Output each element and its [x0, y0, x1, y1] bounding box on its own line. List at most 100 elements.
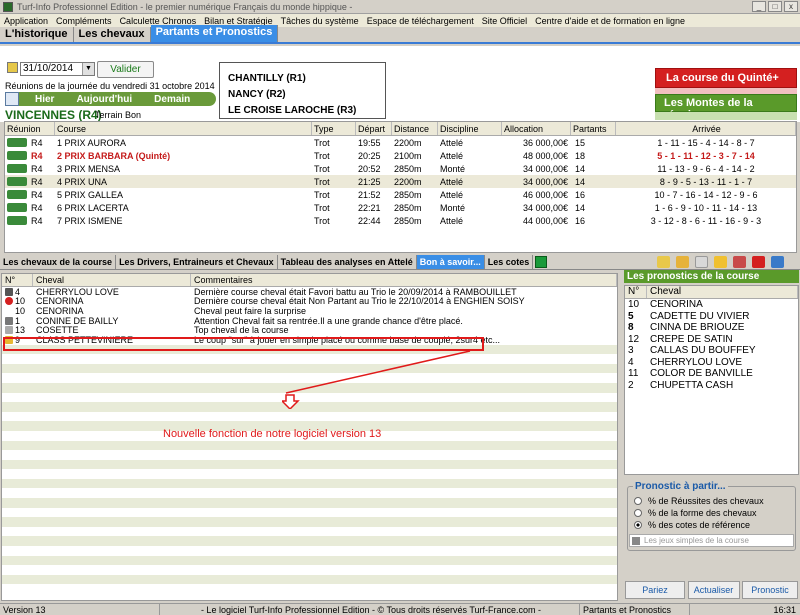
- option-reussites[interactable]: % de Réussites des chevaux: [634, 495, 795, 507]
- table-row[interactable]: R4 3 PRIX MENSA Trot 20:52 2850m Monté 3…: [5, 162, 796, 175]
- col-cheval[interactable]: Cheval: [33, 274, 191, 286]
- tab-historique[interactable]: L'historique: [0, 27, 74, 42]
- list-item[interactable]: 2 CHUPETTA CASH: [625, 380, 798, 392]
- col-cheval[interactable]: Cheval: [647, 286, 798, 298]
- table-row[interactable]: 13 COSETTE Top cheval de la course: [2, 325, 617, 335]
- col-arrivee[interactable]: Arrivée: [616, 122, 796, 135]
- table-row[interactable]: 10 CENORINA Dernière course cheval était…: [2, 296, 617, 306]
- nav-hier[interactable]: Hier: [19, 94, 54, 105]
- list-item[interactable]: 11 COLOR DE BANVILLE: [625, 368, 798, 380]
- minimize-icon[interactable]: _: [752, 1, 766, 12]
- menu-telechargement[interactable]: Espace de téléchargement: [363, 16, 478, 26]
- tab-cotes[interactable]: Les cotes: [485, 254, 534, 269]
- calendar-icon[interactable]: [7, 62, 18, 73]
- col-partants[interactable]: Partants: [571, 122, 616, 135]
- list-item[interactable]: 8 CINNA DE BRIOUZE: [625, 322, 798, 334]
- pronostic-button[interactable]: Pronostic: [742, 581, 798, 599]
- list-item[interactable]: 3 CALLAS DU BOUFFEY: [625, 345, 798, 357]
- table-row[interactable]: 1 CONINE DE BAILLY Attention Cheval fait…: [2, 316, 617, 326]
- cell-partants: 14: [575, 202, 586, 213]
- cell-distance: 2850m: [394, 163, 422, 174]
- col-commentaires[interactable]: Commentaires: [191, 274, 617, 286]
- document-icon[interactable]: [695, 256, 708, 268]
- cell-arrivee: 1 - 6 - 9 - 10 - 11 - 14 - 13: [654, 202, 758, 213]
- col-distance[interactable]: Distance: [392, 122, 438, 135]
- tab-drivers[interactable]: Les Drivers, Entraineurs et Chevaux: [116, 254, 278, 269]
- table-row[interactable]: R4 5 PRIX GALLEA Trot 21:52 2850m Attelé…: [5, 188, 796, 201]
- col-type[interactable]: Type: [312, 122, 356, 135]
- radio-icon[interactable]: [634, 497, 642, 505]
- table-row[interactable]: R4 4 PRIX UNA Trot 21:25 2200m Attelé 34…: [5, 175, 796, 188]
- folder-icon[interactable]: [676, 256, 689, 268]
- app-icon: [3, 1, 13, 12]
- table-row[interactable]: 10 CENORINA Cheval peut faire la surpris…: [2, 306, 617, 316]
- z-icon[interactable]: [752, 256, 765, 268]
- pronostics-title: Les pronostics de la course: [624, 270, 799, 283]
- col-no[interactable]: N°: [2, 274, 33, 286]
- list-item[interactable]: 10 CENORINA: [625, 299, 798, 311]
- cell-allocation: 34 000,00€: [522, 163, 568, 174]
- empty-row: [2, 527, 617, 537]
- radio-selected-icon[interactable]: [634, 521, 642, 529]
- table-header: Réunion Course Type Départ Distance Disc…: [5, 122, 796, 136]
- col-discipline[interactable]: Discipline: [438, 122, 502, 135]
- menu-bilan[interactable]: Bilan et Stratégie: [200, 16, 277, 26]
- col-no[interactable]: N°: [625, 286, 647, 298]
- cell-no: 2: [628, 379, 634, 391]
- maximize-icon[interactable]: □: [768, 1, 782, 12]
- col-course[interactable]: Course: [55, 122, 312, 135]
- pronostics-buttons: Pariez Actualiser Pronostic: [624, 581, 799, 599]
- option-forme[interactable]: % de la forme des chevaux: [634, 507, 795, 519]
- menu-aide[interactable]: Centre d'aide et de formation en ligne: [531, 16, 689, 26]
- help-icon[interactable]: [771, 256, 784, 268]
- table-row[interactable]: R4 7 PRIX ISMENE Trot 22:44 2850m Attelé…: [5, 214, 796, 227]
- menu-application[interactable]: Application: [0, 16, 52, 26]
- green-square-icon[interactable]: [535, 255, 548, 268]
- menu-complements[interactable]: Compléments: [52, 16, 116, 26]
- tab-chevaux[interactable]: Les chevaux: [74, 27, 151, 42]
- bell-icon[interactable]: [714, 256, 727, 268]
- cell-partants: 18: [575, 150, 586, 161]
- col-reunion[interactable]: Réunion: [5, 122, 55, 135]
- validate-button[interactable]: Valider: [97, 61, 154, 78]
- table-row[interactable]: R4 1 PRIX AURORA Trot 19:55 2200m Attelé…: [5, 136, 796, 149]
- table-row[interactable]: 4 CHERRYLOU LOVE Dernière course cheval …: [2, 287, 617, 297]
- table-row[interactable]: R4 6 PRIX LACERTA Trot 22:21 2850m Monté…: [5, 201, 796, 214]
- hippodrome-item[interactable]: NANCY (R2): [228, 87, 385, 103]
- list-item[interactable]: 4 CHERRYLOU LOVE: [625, 357, 798, 369]
- list-item[interactable]: 12 CREPE DE SATIN: [625, 334, 798, 346]
- close-icon[interactable]: x: [784, 1, 798, 12]
- hippodrome-item[interactable]: LE CROISE LAROCHE (R3): [228, 103, 385, 119]
- tab-chevaux-course[interactable]: Les chevaux de la course: [0, 254, 117, 269]
- menu-site[interactable]: Site Officiel: [478, 16, 531, 26]
- cell-cheval: COSETTE: [36, 325, 79, 336]
- actualiser-button[interactable]: Actualiser: [687, 581, 740, 599]
- tab-bon-a-savoir[interactable]: Bon à savoir...: [416, 254, 485, 269]
- quinte-button[interactable]: La course du Quinté+: [655, 68, 797, 88]
- option-cotes[interactable]: % des cotes de référence: [634, 519, 795, 531]
- cell-course: 5 PRIX GALLEA: [57, 189, 124, 200]
- nav-aujourdhui[interactable]: Aujourd'hui: [54, 94, 132, 105]
- horse-icon: [7, 164, 27, 173]
- col-depart[interactable]: Départ: [356, 122, 392, 135]
- hippodrome-item[interactable]: CHANTILLY (R1): [228, 71, 385, 87]
- edit-icon[interactable]: [657, 256, 670, 268]
- nav-demain[interactable]: Demain: [132, 94, 190, 105]
- tab-analyses[interactable]: Tableau des analyses en Attelé: [278, 254, 417, 269]
- tab-partants-pronostics[interactable]: Partants et Pronostics: [150, 25, 279, 42]
- pariez-button[interactable]: Pariez: [625, 581, 685, 599]
- cell-cheval: CALLAS DU BOUFFEY: [650, 345, 756, 357]
- date-picker[interactable]: 31/10/2014 ▼: [20, 62, 95, 76]
- montes-button[interactable]: Les Montes de la réunion: [655, 94, 797, 121]
- menu-taches[interactable]: Tâches du système: [277, 16, 363, 26]
- chevron-down-icon[interactable]: ▼: [82, 63, 94, 75]
- venue-name: VINCENNES (R4): [5, 108, 102, 122]
- list-item[interactable]: 5 CADETTE DU VIVIER: [625, 311, 798, 323]
- jeux-simples-button[interactable]: Les jeux simples de la course: [629, 534, 794, 547]
- table-row[interactable]: R4 2 PRIX BARBARA (Quinté) Trot 20:25 21…: [5, 149, 796, 162]
- menu-calculette[interactable]: Calculette Chronos: [116, 16, 201, 26]
- radio-icon[interactable]: [634, 509, 642, 517]
- calendar-grid-icon[interactable]: [5, 92, 19, 106]
- col-allocation[interactable]: Allocation: [502, 122, 571, 135]
- print-icon[interactable]: [733, 256, 746, 268]
